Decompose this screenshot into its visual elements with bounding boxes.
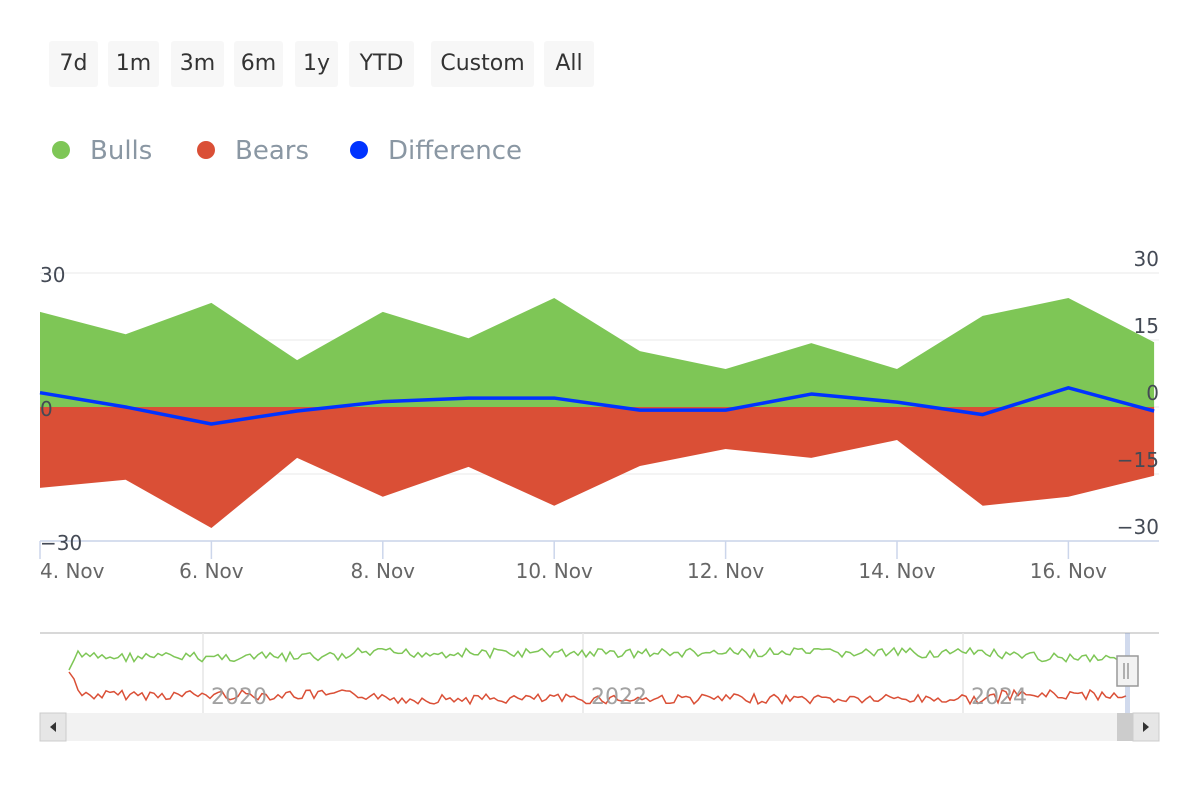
x-tick-label: 6. Nov: [179, 559, 244, 583]
right-y-tick-label: 0: [1146, 381, 1159, 405]
chart-plot: 4. Nov 6. Nov 8. Nov 10. Nov 12. Nov 14. Nov 1…: [39, 247, 1160, 742]
left-y-tick-label: 30: [40, 263, 65, 287]
navigator-series-bulls: [68, 646, 1127, 671]
navigator-year-label: 2022: [591, 685, 647, 710]
x-tick-label: 4. Nov: [40, 559, 105, 583]
left-y-tick-label: 0: [40, 397, 53, 421]
area-bulls: [40, 298, 1155, 407]
right-y-tick-label: 30: [1134, 247, 1159, 271]
right-y-tick-label: −15: [1117, 448, 1159, 472]
right-y-tick-label: −30: [1117, 515, 1159, 539]
x-tick-label: 10. Nov: [516, 559, 593, 583]
x-tick-label: 12. Nov: [687, 559, 764, 583]
x-tick-label: 16. Nov: [1030, 559, 1107, 583]
right-y-tick-label: 15: [1134, 314, 1159, 338]
x-tick-label: 14. Nov: [858, 559, 935, 583]
navigator-year-label: 2024: [971, 685, 1027, 710]
left-y-tick-label: −30: [40, 531, 82, 555]
navigator-year-label: 2020: [211, 685, 267, 710]
x-tick-label: 8. Nov: [351, 559, 416, 583]
scrollbar-track[interactable]: [40, 713, 1159, 741]
area-bears: [40, 407, 1155, 529]
